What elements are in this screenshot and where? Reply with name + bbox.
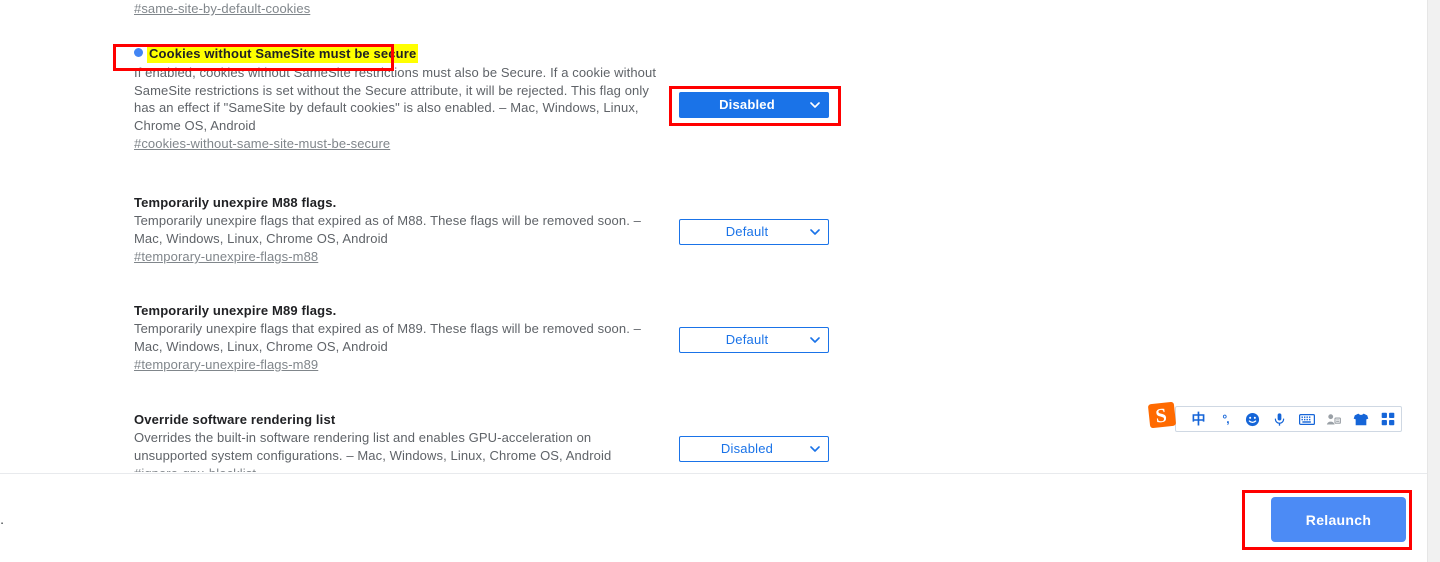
flag-text-block: Override software rendering list Overrid… xyxy=(134,411,666,472)
emoji-icon[interactable] xyxy=(1244,409,1261,429)
chrome-flags-page: #same-site-by-default-cookies Cookies wi… xyxy=(0,0,1440,562)
flag-select-wrapper: Default xyxy=(679,327,829,353)
language-toggle-icon[interactable]: 中 xyxy=(1190,409,1207,429)
flag-title-line: Cookies without SameSite must be secure xyxy=(134,44,666,64)
flag-description: If enabled, cookies without SameSite res… xyxy=(134,65,657,133)
permalink-same-site-by-default-cookies[interactable]: #same-site-by-default-cookies xyxy=(134,1,310,16)
user-card-icon[interactable] xyxy=(1325,409,1342,429)
permalink-temporary-unexpire-flags-m89[interactable]: #temporary-unexpire-flags-m89 xyxy=(134,357,318,372)
flag-permalink-row: #temporary-unexpire-flags-m88 xyxy=(134,248,666,266)
voice-input-icon[interactable] xyxy=(1271,409,1288,429)
flags-list-scroll-area[interactable]: #same-site-by-default-cookies Cookies wi… xyxy=(0,0,1427,472)
flag-description: Overrides the built-in software renderin… xyxy=(134,430,612,463)
flag-title: Temporarily unexpire M89 flags. xyxy=(134,303,337,318)
flag-text-block: Cookies without SameSite must be secure … xyxy=(134,44,666,153)
flag-description: Temporarily unexpire flags that expired … xyxy=(134,321,641,354)
soft-keyboard-icon[interactable] xyxy=(1298,409,1315,429)
flag-text-block: Temporarily unexpire M89 flags. Temporar… xyxy=(134,302,666,374)
modified-flag-bullet-icon xyxy=(134,48,143,58)
flag-select-wrapper: Disabled xyxy=(679,92,829,118)
skin-icon[interactable] xyxy=(1352,409,1369,429)
sogou-ime-logo-icon[interactable]: S xyxy=(1148,401,1178,429)
flag-title: Temporarily unexpire M88 flags. xyxy=(134,195,337,210)
permalink-temporary-unexpire-flags-m88[interactable]: #temporary-unexpire-flags-m88 xyxy=(134,249,318,264)
flag-select-temporary-unexpire-flags-m89[interactable]: Default xyxy=(679,327,829,353)
flag-select-ignore-gpu-blocklist[interactable]: Disabled xyxy=(679,436,829,462)
flag-select-temporary-unexpire-flags-m88[interactable]: Default xyxy=(679,219,829,245)
flag-select-wrapper: Default xyxy=(679,219,829,245)
flag-title: Cookies without SameSite must be secure xyxy=(147,44,419,63)
permalink-cookies-without-same-site-must-be-secure[interactable]: #cookies-without-same-site-must-be-secur… xyxy=(134,136,390,151)
flag-permalink-row: #ignore-gpu-blocklist xyxy=(134,465,666,472)
flag-text-block: Temporarily unexpire M88 flags. Temporar… xyxy=(134,194,666,266)
relaunch-bar: hrome. xyxy=(0,473,1427,562)
sogou-ime-toolbar[interactable]: 中 °, xyxy=(1175,406,1402,432)
permalink-ignore-gpu-blocklist[interactable]: #ignore-gpu-blocklist xyxy=(134,466,256,472)
relaunch-button[interactable]: Relaunch xyxy=(1271,497,1406,542)
relaunch-note-text: hrome. xyxy=(0,511,5,527)
flag-description: Temporarily unexpire flags that expired … xyxy=(134,213,641,246)
flag-title: Override software rendering list xyxy=(134,412,336,427)
flag-select-cookies-without-same-site-must-be-secure[interactable]: Disabled xyxy=(679,92,829,118)
apps-grid-icon[interactable] xyxy=(1379,409,1396,429)
flag-select-wrapper: Disabled xyxy=(679,436,829,462)
svg-text:S: S xyxy=(1154,405,1167,428)
previous-flag-permalink-row: #same-site-by-default-cookies xyxy=(134,0,310,18)
punctuation-toggle-icon[interactable]: °, xyxy=(1217,409,1234,429)
flag-permalink-row: #temporary-unexpire-flags-m89 xyxy=(134,356,666,374)
page-right-edge xyxy=(1427,0,1440,562)
flag-permalink-row: #cookies-without-same-site-must-be-secur… xyxy=(134,135,666,153)
